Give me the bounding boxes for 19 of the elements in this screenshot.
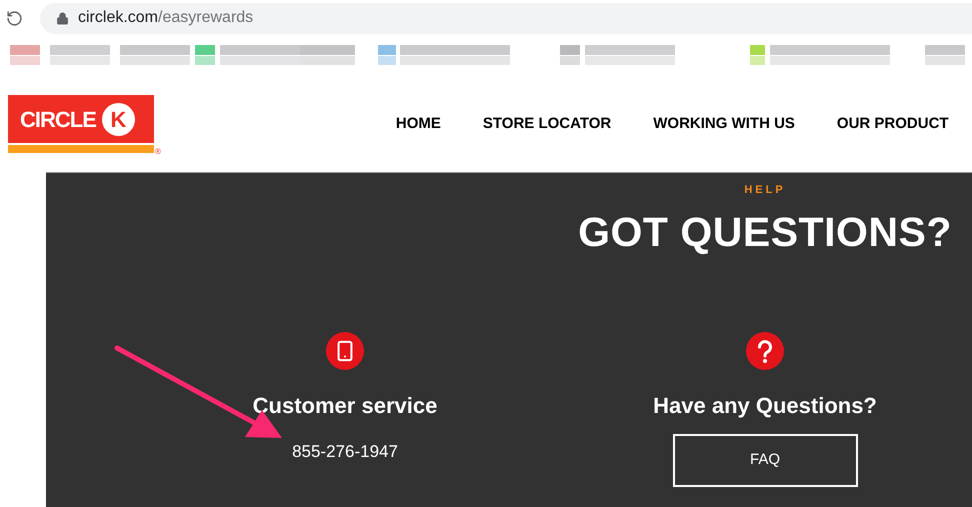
nav-link[interactable]: OUR PRODUCT [836,112,949,136]
url-text: circlek.com/easyrewards [78,8,254,28]
question-icon [746,332,784,370]
lock-icon [56,12,69,24]
help-title: GOT QUESTIONS? [578,212,952,253]
card-heading: Customer service [252,392,438,420]
phone-number: 855-276-1947 [292,441,398,463]
nav-link[interactable]: WORKING WITH US [653,112,795,136]
faq-button[interactable]: FAQ [672,434,858,487]
help-eyebrow: HELP [744,185,786,196]
address-bar[interactable]: circlek.com/easyrewards [40,2,972,34]
registered-mark: ® [155,148,161,156]
reload-icon[interactable] [6,10,23,26]
logo-letter: K [102,102,135,136]
card-heading: Have any Questions? [653,392,877,420]
phone-icon [326,332,364,370]
logo-wordmark: CIRCLE [20,106,96,134]
nav-link[interactable]: STORE LOCATOR [482,112,612,136]
nav-link[interactable]: HOME [396,112,441,136]
